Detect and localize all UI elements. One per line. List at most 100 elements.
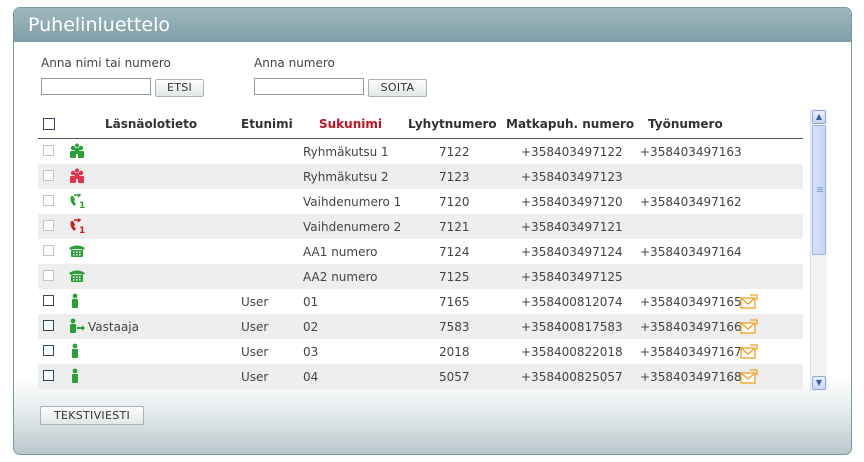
lastname-cell: Vaihdenumero 2 <box>303 220 402 234</box>
message-icon[interactable] <box>740 294 758 309</box>
row-checkbox <box>43 220 54 231</box>
row-checkbox <box>43 195 54 206</box>
table-row[interactable]: User 03 2018 +358400822018 +358403497167 <box>38 339 803 364</box>
svg-text:1: 1 <box>79 226 85 234</box>
row-checkbox[interactable] <box>43 320 54 331</box>
col-firstname[interactable]: Etunimi <box>241 117 293 131</box>
table-row[interactable]: AA1 numero 7124 +358403497124 +358403497164 <box>38 239 803 264</box>
shortnumber-cell[interactable]: 7121 <box>439 220 470 234</box>
mobile-cell[interactable]: +358403497120 <box>521 195 623 209</box>
row-checkbox <box>43 270 54 281</box>
table-body: Ryhmäkutsu 1 7122 +358403497122 +3584034971… <box>38 139 803 389</box>
mobile-cell[interactable]: +358400817583 <box>521 320 623 334</box>
mobile-cell[interactable]: +358400825057 <box>521 370 623 384</box>
message-icon[interactable] <box>740 344 758 359</box>
lastname-cell: Vaihdenumero 1 <box>303 195 402 209</box>
scroll-down-icon[interactable]: ▼ <box>812 376 826 390</box>
phone-handset-icon: 1 <box>68 193 86 211</box>
lastname-cell: Ryhmäkutsu 1 <box>303 145 389 159</box>
mobile-cell[interactable]: +358403497125 <box>521 270 623 284</box>
sms-button[interactable]: TEKSTIVIESTI <box>40 406 144 425</box>
worknumber-cell[interactable]: +358403497167 <box>640 345 742 359</box>
table-row[interactable]: AA2 numero 7125 +358403497125 <box>38 264 803 289</box>
select-all-checkbox[interactable] <box>43 118 55 130</box>
worknumber-cell[interactable]: +358403497166 <box>640 320 742 334</box>
mobile-cell[interactable]: +358403497124 <box>521 245 623 259</box>
worknumber-cell[interactable]: +358403497163 <box>640 145 742 159</box>
row-checkbox <box>43 170 54 181</box>
phone-handset-icon: 1 <box>68 218 86 236</box>
firstname-cell: User <box>241 345 269 359</box>
person-icon <box>68 293 86 309</box>
row-checkbox[interactable] <box>43 345 54 356</box>
lastname-cell: 04 <box>303 370 319 384</box>
mobile-cell[interactable]: +358400812074 <box>521 295 623 309</box>
col-worknumber[interactable]: Työnumero <box>648 117 723 131</box>
worknumber-cell[interactable]: +358403497165 <box>640 295 742 309</box>
desk-phone-icon <box>68 268 86 284</box>
name-search-label: Anna nimi tai numero <box>41 56 171 70</box>
worknumber-cell[interactable]: +358403497162 <box>640 195 742 209</box>
table-row[interactable]: Vastaaja User 02 7583 +358400817583 +35840349… <box>38 314 803 339</box>
svg-text:1: 1 <box>79 201 85 209</box>
lastname-cell: AA1 numero <box>303 245 378 259</box>
person-icon <box>68 343 86 359</box>
table-row[interactable]: User 01 7165 +358400812074 +358403497165 <box>38 289 803 314</box>
message-icon[interactable] <box>740 319 758 334</box>
shortnumber-cell[interactable]: 7124 <box>439 245 470 259</box>
scroll-up-icon[interactable]: ▲ <box>812 110 826 124</box>
lastname-cell: Ryhmäkutsu 2 <box>303 170 389 184</box>
firstname-cell: User <box>241 370 269 384</box>
shortnumber-cell[interactable]: 5057 <box>439 370 470 384</box>
table-row[interactable]: 1 Vaihdenumero 2 7121 +358403497121 <box>38 214 803 239</box>
shortnumber-cell[interactable]: 7583 <box>439 320 470 334</box>
row-checkbox[interactable] <box>43 295 54 306</box>
person-forward-icon <box>68 318 86 334</box>
col-shortnumber[interactable]: Lyhytnumero <box>408 117 497 131</box>
shortnumber-cell[interactable]: 2018 <box>439 345 470 359</box>
shortnumber-cell[interactable]: 7123 <box>439 170 470 184</box>
message-icon[interactable] <box>740 369 758 384</box>
group-icon <box>68 143 86 159</box>
shortnumber-cell[interactable]: 7165 <box>439 295 470 309</box>
worknumber-cell[interactable]: +358403497168 <box>640 370 742 384</box>
shortnumber-cell[interactable]: 7125 <box>439 270 470 284</box>
col-lastname[interactable]: Sukunimi <box>319 117 382 131</box>
table-header: Läsnäolotieto Etunimi Sukunimi Lyhytnume… <box>38 109 803 139</box>
firstname-cell: User <box>241 320 269 334</box>
scroll-thumb[interactable] <box>812 125 826 255</box>
phonebook-panel: Puhelinluettelo Anna nimi tai numero ETS… <box>13 7 852 455</box>
col-mobile[interactable]: Matkapuh. numero <box>506 117 634 131</box>
row-checkbox[interactable] <box>43 370 54 381</box>
table-row[interactable]: Ryhmäkutsu 2 7123 +358403497123 <box>38 164 803 189</box>
shortnumber-cell[interactable]: 7122 <box>439 145 470 159</box>
search-button[interactable]: ETSI <box>155 79 204 97</box>
shortnumber-cell[interactable]: 7120 <box>439 195 470 209</box>
col-presence[interactable]: Läsnäolotieto <box>105 117 197 131</box>
name-search-input[interactable] <box>41 78 151 95</box>
contact-table: Läsnäolotieto Etunimi Sukunimi Lyhytnume… <box>38 109 803 391</box>
desk-phone-icon <box>68 243 86 259</box>
number-input[interactable] <box>254 78 364 95</box>
presence-text: Vastaaja <box>88 320 139 334</box>
row-checkbox <box>43 245 54 256</box>
mobile-cell[interactable]: +358403497123 <box>521 170 623 184</box>
group-icon <box>68 168 86 184</box>
table-row[interactable]: 1 Vaihdenumero 1 7120 +358403497120 +3584034… <box>38 189 803 214</box>
table-row[interactable]: Ryhmäkutsu 1 7122 +358403497122 +3584034971… <box>38 139 803 164</box>
lastname-cell: AA2 numero <box>303 270 378 284</box>
person-icon <box>68 368 86 384</box>
mobile-cell[interactable]: +358400822018 <box>521 345 623 359</box>
call-button[interactable]: SOITA <box>368 79 427 97</box>
mobile-cell[interactable]: +358403497121 <box>521 220 623 234</box>
panel-title: Puhelinluettelo <box>14 8 851 42</box>
firstname-cell: User <box>241 295 269 309</box>
lastname-cell: 02 <box>303 320 319 334</box>
worknumber-cell[interactable]: +358403497164 <box>640 245 742 259</box>
table-row[interactable]: User 04 5057 +358400825057 +358403497168 <box>38 364 803 389</box>
table-scrollbar[interactable]: ▲ ▼ <box>810 109 827 391</box>
row-checkbox <box>43 145 54 156</box>
mobile-cell[interactable]: +358403497122 <box>521 145 623 159</box>
number-label: Anna numero <box>254 56 335 70</box>
lastname-cell: 01 <box>303 295 319 309</box>
